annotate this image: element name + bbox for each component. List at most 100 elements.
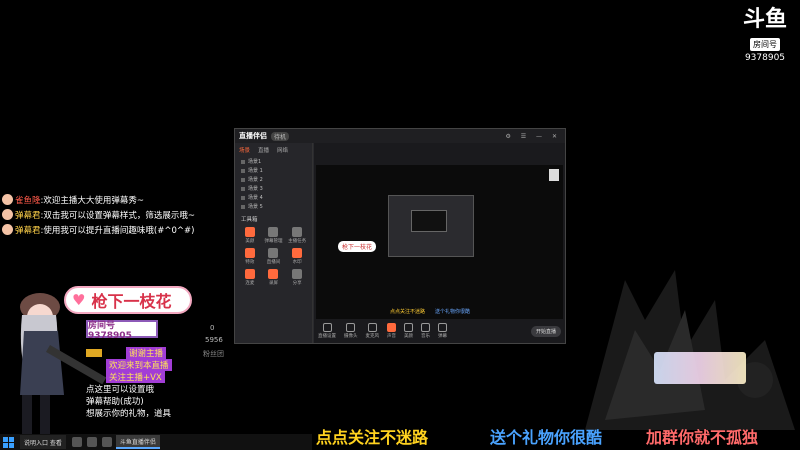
tool-label: 美颜 bbox=[245, 239, 255, 244]
scene-item[interactable]: 场景 3 bbox=[235, 184, 312, 193]
control-label: 麦克风 bbox=[365, 334, 380, 339]
app-title-bar[interactable]: 直播伴侣 待机 ⚙ ☰ — ✕ bbox=[235, 129, 565, 143]
tool-label: 连麦 bbox=[245, 281, 255, 286]
status-pill: 待机 bbox=[271, 131, 290, 141]
control-label: 直播设置 bbox=[318, 334, 336, 339]
scene-item[interactable]: 场景 4 bbox=[235, 193, 312, 202]
control-mic[interactable]: 麦克风 bbox=[365, 323, 380, 339]
room-number: 9378905 bbox=[744, 53, 786, 63]
control-settings[interactable]: 直播设置 bbox=[318, 323, 336, 339]
tool-button[interactable]: 直播间 bbox=[263, 248, 285, 265]
avatar-icon bbox=[2, 194, 13, 205]
app-icon[interactable] bbox=[86, 437, 97, 447]
link-mic-icon bbox=[244, 269, 255, 279]
task-icon bbox=[292, 227, 303, 237]
music-icon bbox=[421, 323, 430, 332]
chat-text: 弹幕帮助(成功) bbox=[86, 397, 144, 407]
chat-username: 弹幕君 bbox=[15, 210, 41, 221]
chat-overlay-lower: 谢谢主播 欢迎来到本直播 关注主播+VX 点这里可以设置哦 弹幕帮助(成功) 想… bbox=[86, 347, 236, 419]
nickname-sticker: ♥ 枪下一枝花 bbox=[64, 286, 192, 314]
scene-label: 场景 2 bbox=[248, 177, 263, 183]
record-icon bbox=[268, 269, 279, 279]
app-main-area: 枪下一枝花 点点关注不迷路 送个礼物你很酷 直播设置 摄像头 麦克风 声音 美颜 … bbox=[314, 143, 565, 343]
app-icon[interactable] bbox=[71, 437, 82, 447]
control-sound[interactable]: 声音 bbox=[387, 323, 396, 339]
nested-preview bbox=[411, 210, 447, 232]
scene-item[interactable]: 场景 2 bbox=[235, 175, 312, 184]
scene-item[interactable]: 场景 5 bbox=[235, 202, 312, 211]
tool-button[interactable]: 特效 bbox=[239, 248, 261, 265]
window-controls[interactable]: ⚙ ☰ — ✕ bbox=[505, 133, 561, 140]
windows-start-icon[interactable] bbox=[0, 434, 16, 450]
chat-text: :使用我可以提升直播间趣味哦(#^0^#) bbox=[40, 225, 195, 236]
tool-label: 直播间 bbox=[266, 260, 281, 265]
watermark-icon bbox=[292, 248, 303, 258]
toolbox-grid: 美颜 弹幕管理 主播任务 特效 直播间 水印 连麦 录屏 分享 bbox=[235, 225, 312, 288]
tool-button[interactable]: 录屏 bbox=[263, 269, 285, 286]
keyboard-image bbox=[654, 352, 746, 384]
preview-logo-icon bbox=[549, 169, 559, 181]
tool-label: 主播任务 bbox=[288, 239, 307, 244]
tool-button[interactable]: 主播任务 bbox=[286, 227, 308, 244]
tab-live[interactable]: 直播 bbox=[258, 146, 269, 154]
app-title: 直播伴侣 bbox=[239, 132, 267, 140]
control-camera[interactable]: 摄像头 bbox=[344, 323, 358, 339]
chat-message: 欢迎来到本直播 bbox=[86, 359, 236, 371]
marquee-group: 加群你就不孤独 bbox=[646, 428, 759, 447]
chat-text: :双击我可以设置弹幕样式，筛选展示哦~ bbox=[40, 210, 196, 221]
chat-message: 弹幕君 :使用我可以提升直播间趣味哦(#^0^#) bbox=[2, 223, 212, 236]
chat-overlay: 雀鱼隆 :欢迎主播大大使用弹幕秀~ 弹幕君 :双击我可以设置弹幕样式，筛选展示哦… bbox=[2, 193, 212, 238]
chat-text: 点这里可以设置哦 bbox=[86, 385, 155, 395]
stat-followers: 0 bbox=[210, 324, 215, 332]
tool-label: 录屏 bbox=[268, 281, 278, 286]
chat-message: 弹幕君 :双击我可以设置弹幕样式，筛选展示哦~ bbox=[2, 208, 212, 221]
settings-icon bbox=[322, 323, 332, 332]
room-number-badge: 房间号9378905 bbox=[86, 320, 158, 341]
control-danmu[interactable]: 弹幕 bbox=[438, 323, 447, 339]
control-label: 美颜 bbox=[404, 334, 413, 339]
scene-label: 场景 3 bbox=[248, 186, 263, 192]
scene-label: 场景 5 bbox=[248, 204, 263, 210]
chat-message: 雀鱼隆 :欢迎主播大大使用弹幕秀~ bbox=[2, 193, 212, 206]
scene-icon bbox=[241, 168, 245, 173]
control-music[interactable]: 音乐 bbox=[421, 323, 430, 339]
chat-highlight: 欢迎来到本直播 bbox=[106, 359, 172, 371]
avatar-icon bbox=[2, 209, 13, 220]
speaker-icon bbox=[387, 323, 396, 332]
main-toolbar bbox=[314, 143, 565, 165]
chat-message: 谢谢主播 bbox=[86, 347, 236, 359]
beauty-icon bbox=[404, 323, 413, 332]
tab-scene[interactable]: 场景 bbox=[239, 146, 250, 154]
heart-icon: ♥ bbox=[72, 291, 86, 309]
stream-app-window[interactable]: 直播伴侣 待机 ⚙ ☰ — ✕ 场景 直播 网络 场景1 场景 1 场景 2 场… bbox=[234, 128, 566, 344]
marquee-gift: 送个礼物你很酷 bbox=[490, 428, 603, 447]
scene-item[interactable]: 场景 1 bbox=[235, 166, 312, 175]
scene-item[interactable]: 场景1 bbox=[235, 157, 312, 166]
chat-message: 点这里可以设置哦 bbox=[86, 383, 236, 395]
start-live-button[interactable]: 开始直播 bbox=[530, 325, 561, 337]
toolbox-heading: 工具箱 bbox=[241, 217, 258, 223]
chat-highlight: 关注主播+VX bbox=[106, 371, 165, 383]
mic-icon bbox=[367, 323, 377, 332]
room-icon bbox=[268, 248, 279, 258]
tool-button[interactable]: 美颜 bbox=[239, 227, 261, 244]
preview-marquee-b: 送个礼物你很酷 bbox=[435, 309, 471, 315]
chat-username: 雀鱼隆 bbox=[15, 195, 41, 206]
tool-button[interactable]: 连麦 bbox=[239, 269, 261, 286]
control-label: 弹幕 bbox=[438, 334, 447, 339]
scene-icon bbox=[241, 177, 245, 182]
tab-network[interactable]: 网络 bbox=[277, 146, 288, 154]
tool-button[interactable]: 弹幕管理 bbox=[263, 227, 285, 244]
chat-message: 关注主播+VX bbox=[86, 371, 236, 383]
chat-highlight: 谢谢主播 bbox=[126, 347, 167, 359]
tool-button[interactable]: 水印 bbox=[286, 248, 308, 265]
preview-marquee: 点点关注不迷路 送个礼物你很酷 bbox=[390, 308, 470, 315]
tool-button[interactable]: 分享 bbox=[286, 269, 308, 286]
room-number-tag: 房间号 bbox=[750, 38, 780, 51]
app-icon[interactable] bbox=[101, 437, 112, 447]
control-beauty[interactable]: 美颜 bbox=[404, 323, 413, 339]
taskbar-app-douyu[interactable]: 斗鱼直播伴侣 bbox=[115, 435, 160, 449]
scene-icon bbox=[241, 204, 245, 209]
stream-preview[interactable]: 枪下一枝花 点点关注不迷路 送个礼物你很酷 bbox=[316, 165, 563, 319]
taskbar-search[interactable]: 说明入口 查看 bbox=[20, 435, 66, 449]
